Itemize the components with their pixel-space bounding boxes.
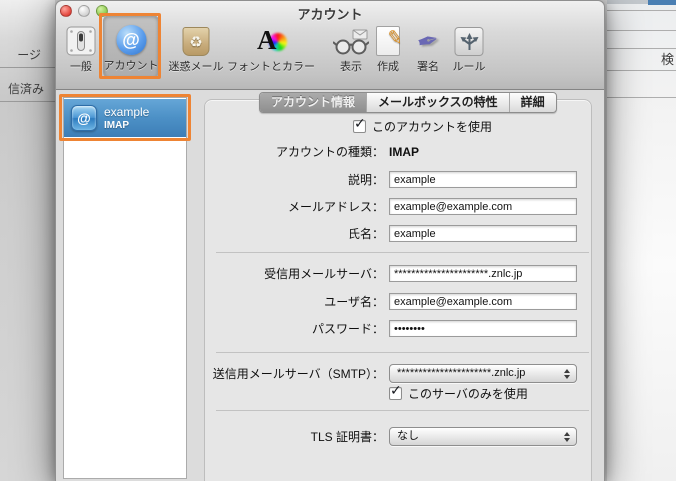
divider <box>607 30 676 31</box>
account-at-icon: @ <box>71 105 97 131</box>
composing-pencil-icon: ✎ <box>376 18 404 56</box>
account-type: IMAP <box>104 119 129 131</box>
divider <box>607 10 676 11</box>
smtp-server-value: **********************.znlc.jp <box>397 367 526 379</box>
toolbar-item-label: 表示 <box>340 61 362 73</box>
background-partial-label: ージ <box>17 48 41 62</box>
toolbar-item-label: 一般 <box>70 61 92 73</box>
use-only-server-checkbox[interactable]: ✓ <box>389 382 402 400</box>
smtp-server-label: 送信用メールサーバ（SMTP）： <box>212 367 384 381</box>
background-titlebar-fragment <box>607 0 648 4</box>
checkmark-icon: ✓ <box>354 115 366 131</box>
background-window-right: 検 <box>607 0 676 481</box>
account-name: example <box>104 104 150 119</box>
incoming-server-label: 受信用メールサーバ： <box>264 267 384 281</box>
background-search-label: 検 <box>660 52 674 67</box>
use-account-checkbox[interactable]: ✓ <box>353 115 366 133</box>
account-type-label: アカウントの種類： <box>275 145 384 159</box>
toolbar-item-fonts-colors[interactable]: A フォントとカラー <box>227 18 315 74</box>
use-only-server-label: このサーバのみを使用 <box>408 387 528 401</box>
divider <box>607 97 676 98</box>
background-selection-fragment <box>648 0 676 5</box>
tls-certificate-popup[interactable]: なし <box>389 427 577 446</box>
stepper-arrows-icon <box>564 432 570 442</box>
rules-arrows-icon <box>454 18 484 56</box>
divider <box>607 70 676 71</box>
preferences-window: アカウント 一般 @ アカウント ♻ 迷惑メール A フォントとカラー 表示 ✎… <box>55 0 605 481</box>
accounts-at-icon: @ <box>116 17 146 55</box>
user-name-label: ユーザ名： <box>324 295 384 309</box>
description-field[interactable] <box>389 171 577 188</box>
toolbar-item-rules[interactable]: ルール <box>453 18 486 74</box>
toolbar-item-label: ルール <box>452 61 486 73</box>
full-name-field[interactable] <box>389 225 577 242</box>
password-label: パスワード： <box>311 322 384 336</box>
account-type-value: IMAP <box>389 145 419 159</box>
incoming-server-field[interactable] <box>389 265 577 282</box>
tab-account-info[interactable]: アカウント情報 <box>260 93 367 112</box>
password-field[interactable] <box>389 320 577 337</box>
toolbar-item-accounts[interactable]: @ アカウント <box>104 17 159 73</box>
preferences-toolbar: アカウント 一般 @ アカウント ♻ 迷惑メール A フォントとカラー 表示 ✎… <box>56 1 604 90</box>
toolbar-item-general[interactable]: 一般 <box>66 18 96 74</box>
smtp-server-popup[interactable]: **********************.znlc.jp <box>389 364 577 383</box>
tab-mailbox-behaviors[interactable]: メールボックスの特性 <box>366 93 509 112</box>
email-field[interactable] <box>389 198 577 215</box>
fonts-colors-icon: A <box>255 18 287 56</box>
toolbar-item-viewing[interactable]: 表示 <box>333 18 369 74</box>
toolbar-item-label: 迷惑メール <box>168 61 224 73</box>
email-label: メールアドレス： <box>287 200 384 214</box>
tls-certificate-label: TLS 証明書： <box>310 430 384 444</box>
toolbar-item-junk-mail[interactable]: ♻ 迷惑メール <box>169 18 224 74</box>
divider <box>0 101 55 102</box>
toolbar-item-signatures[interactable]: ✒ 署名 <box>413 18 443 74</box>
toolbar-item-label: フォントとカラー <box>227 61 315 73</box>
full-name-label: 氏名： <box>347 227 384 241</box>
signatures-pen-icon: ✒ <box>413 23 443 59</box>
checkmark-icon: ✓ <box>390 382 402 398</box>
accounts-list[interactable] <box>63 97 187 479</box>
divider <box>216 252 589 253</box>
user-name-field[interactable] <box>389 293 577 310</box>
screenshot-root: ージ 信済み 検 アカウント 一般 @ アカウント ♻ 迷惑メール A フォント… <box>0 0 676 481</box>
general-switch-icon <box>66 18 96 56</box>
account-list-item-selected[interactable]: @ example IMAP <box>64 99 186 137</box>
background-window-left: ージ 信済み <box>0 0 55 481</box>
viewing-glasses-icon <box>333 18 369 56</box>
tab-bar: アカウント情報 メールボックスの特性 詳細 <box>259 92 557 113</box>
description-label: 説明： <box>347 173 384 187</box>
toolbar-item-label: アカウント <box>103 60 159 72</box>
tls-certificate-value: なし <box>397 430 419 442</box>
stepper-arrows-icon <box>564 369 570 379</box>
toolbar-item-composing[interactable]: ✎ 作成 <box>376 18 404 74</box>
divider <box>216 352 589 353</box>
divider <box>216 410 589 411</box>
junk-mail-bag-icon: ♻ <box>182 18 210 56</box>
toolbar-item-label: 作成 <box>377 61 399 73</box>
toolbar-item-label: 署名 <box>417 61 439 73</box>
divider <box>0 67 55 68</box>
background-sent-mailbox-label: 信済み <box>7 82 44 96</box>
tab-advanced[interactable]: 詳細 <box>508 93 556 112</box>
use-account-label: このアカウントを使用 <box>372 120 493 134</box>
